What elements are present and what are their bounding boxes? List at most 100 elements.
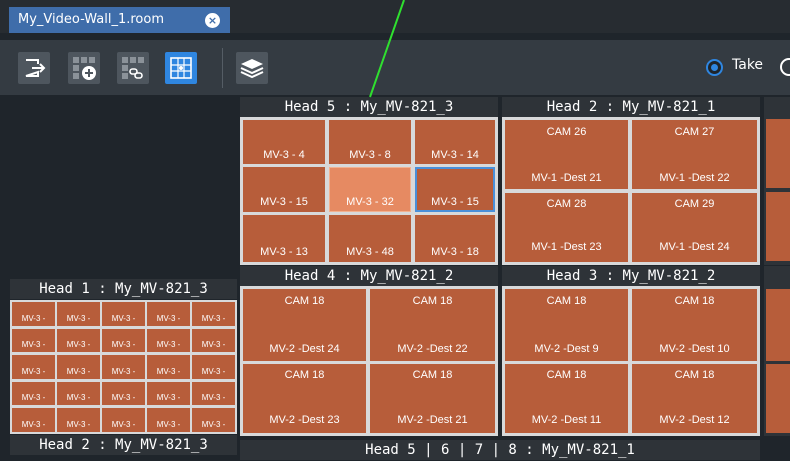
partial-tile[interactable] xyxy=(766,119,790,188)
head1-mini-tile[interactable]: MV-3 - xyxy=(12,328,55,353)
tile-camera: CAM 18 xyxy=(412,295,453,307)
head1-mini-tile[interactable]: MV-3 - xyxy=(147,355,190,379)
head5-tile[interactable]: MV-3 - 15 xyxy=(243,167,325,212)
tile-label: MV-3 - 14 xyxy=(431,149,479,161)
head1-mini-tile[interactable]: MV-3 - xyxy=(57,302,100,326)
tile-label: MV-3 - 4 xyxy=(263,149,305,161)
take-radio[interactable] xyxy=(706,59,723,76)
mini-tile-label: MV-3 - xyxy=(66,419,91,429)
head2a-multiviewer: CAM 26 MV-1 -Dest 21 CAM 27 MV-1 -Dest 22 … xyxy=(502,117,760,265)
head1-mini-tile[interactable]: MV-3 - xyxy=(102,355,145,379)
head1-mini-tile[interactable]: MV-3 - xyxy=(12,408,55,432)
head4-tile[interactable]: CAM 18 MV-2 -Dest 24 xyxy=(243,289,366,361)
head5-tile[interactable]: MV-3 - 13 xyxy=(243,215,325,262)
head5-tile-selected[interactable]: MV-3 - 32 xyxy=(329,167,411,212)
mini-tile-label: MV-3 - xyxy=(156,419,181,429)
head1-mini-tile[interactable]: MV-3 - xyxy=(192,381,235,406)
head2b-title: Head 2 : My_MV-821_3 xyxy=(10,435,237,455)
head4-tile[interactable]: CAM 18 MV-2 -Dest 23 xyxy=(243,364,366,433)
head-right-partial xyxy=(764,97,790,265)
head1-mini-tile[interactable]: MV-3 - xyxy=(192,328,235,353)
head4-tile[interactable]: CAM 18 MV-2 -Dest 21 xyxy=(370,364,495,433)
head1-mini-tile[interactable]: MV-3 - xyxy=(192,408,235,432)
head1-mini-tile[interactable]: MV-3 - xyxy=(57,328,100,353)
close-icon[interactable]: × xyxy=(205,13,220,28)
head1-mini-tile[interactable]: MV-3 - xyxy=(102,302,145,326)
head1-title: Head 1 : My_MV-821_3 xyxy=(10,279,237,299)
head1-mini-tile[interactable]: MV-3 - xyxy=(12,302,55,326)
head5-tile[interactable]: MV-3 - 8 xyxy=(329,120,411,164)
tile-camera: CAM 18 xyxy=(674,369,715,381)
layout-grid-icon xyxy=(170,57,192,79)
mini-tile-label: MV-3 - xyxy=(201,313,226,323)
head3-tile[interactable]: CAM 18 MV-2 -Dest 12 xyxy=(632,364,757,433)
tile-label: MV-3 - 18 xyxy=(431,246,479,258)
link-grid-button[interactable] xyxy=(117,52,149,84)
mini-tile-label: MV-3 - xyxy=(156,313,181,323)
mini-tile-label: MV-3 - xyxy=(21,393,46,403)
mini-tile-label: MV-3 - xyxy=(111,340,136,350)
tab-bar: My_Video-Wall_1.room × xyxy=(0,0,790,33)
head4-tile[interactable]: CAM 18 MV-2 -Dest 22 xyxy=(370,289,495,361)
mini-tile-label: MV-3 - xyxy=(156,366,181,376)
head1-mini-tile[interactable]: MV-3 - xyxy=(57,408,100,432)
head2a-tile[interactable]: CAM 26 MV-1 -Dest 21 xyxy=(505,120,628,189)
head1-mini-tile[interactable]: MV-3 - xyxy=(102,381,145,406)
tile-camera: CAM 18 xyxy=(546,295,587,307)
tile-dest: MV-1 -Dest 21 xyxy=(531,172,602,184)
head1-mini-tile[interactable]: MV-3 - xyxy=(102,328,145,353)
mini-tile-label: MV-3 - xyxy=(66,366,91,376)
tile-label: MV-3 - 48 xyxy=(346,246,394,258)
head2a-title: Head 2 : My_MV-821_1 xyxy=(502,97,760,117)
head1-mini-tile[interactable]: MV-3 - xyxy=(57,355,100,379)
head3-tile[interactable]: CAM 18 MV-2 -Dest 10 xyxy=(632,289,757,361)
exit-icon xyxy=(25,59,46,77)
head1-mini-tile[interactable]: MV-3 - xyxy=(192,355,235,379)
exit-button[interactable] xyxy=(18,52,50,84)
room-tab[interactable]: My_Video-Wall_1.room × xyxy=(9,7,230,33)
head1-mini-tile[interactable]: MV-3 - xyxy=(12,355,55,379)
mini-tile-label: MV-3 - xyxy=(111,313,136,323)
toolbar: Take xyxy=(0,40,790,95)
head1-mini-tile[interactable]: MV-3 - xyxy=(12,381,55,406)
layout-grid-button[interactable] xyxy=(165,52,197,84)
head1-mini-tile[interactable]: MV-3 - xyxy=(102,408,145,432)
head1-mini-tile[interactable]: MV-3 - xyxy=(192,302,235,326)
head3-title: Head 3 : My_MV-821_2 xyxy=(502,266,760,286)
head2a-tile[interactable]: CAM 29 MV-1 -Dest 24 xyxy=(632,193,757,262)
head3-tile[interactable]: CAM 18 MV-2 -Dest 9 xyxy=(505,289,628,361)
head5-tile[interactable]: MV-3 - 18 xyxy=(415,215,495,262)
head1-mini-tile[interactable]: MV-3 - xyxy=(147,381,190,406)
tile-dest: MV-2 -Dest 22 xyxy=(397,343,468,355)
head1-mini-tile[interactable]: MV-3 - xyxy=(147,302,190,326)
head5-tile[interactable]: MV-3 - 14 xyxy=(415,120,495,164)
tile-dest: MV-2 -Dest 12 xyxy=(659,414,730,426)
next-radio[interactable] xyxy=(780,58,790,76)
head3-multiviewer: CAM 18 MV-2 -Dest 9 CAM 18 MV-2 -Dest 10 C… xyxy=(502,286,760,436)
layers-button[interactable] xyxy=(236,52,268,84)
tile-camera: CAM 18 xyxy=(284,369,325,381)
partial-tile[interactable] xyxy=(766,192,790,261)
head5-tile-focused[interactable]: MV-3 - 15 xyxy=(415,167,495,212)
room-tab-title: My_Video-Wall_1.room xyxy=(18,12,164,27)
tile-camera: CAM 18 xyxy=(546,369,587,381)
head5-multiviewer: MV-3 - 4 MV-3 - 8 MV-3 - 14 MV-3 - 15 MV… xyxy=(240,117,498,265)
tile-label: MV-3 - 32 xyxy=(346,196,394,208)
tile-dest: MV-2 -Dest 21 xyxy=(397,414,468,426)
mini-tile-label: MV-3 - xyxy=(21,366,46,376)
tile-label: MV-3 - 8 xyxy=(349,149,391,161)
head3-tile[interactable]: CAM 18 MV-2 -Dest 11 xyxy=(505,364,628,433)
head2a-tile[interactable]: CAM 28 MV-1 -Dest 23 xyxy=(505,193,628,262)
head5-title: Head 5 : My_MV-821_3 xyxy=(240,97,498,117)
add-grid-button[interactable] xyxy=(68,52,100,84)
head5-tile[interactable]: MV-3 - 4 xyxy=(243,120,325,164)
head1-mini-tile[interactable]: MV-3 - xyxy=(57,381,100,406)
head5-tile[interactable]: MV-3 - 48 xyxy=(329,215,411,262)
partial-tile[interactable] xyxy=(766,289,790,361)
head2a-tile[interactable]: CAM 27 MV-1 -Dest 22 xyxy=(632,120,757,189)
head1-mini-tile[interactable]: MV-3 - xyxy=(147,408,190,432)
partial-tile[interactable] xyxy=(766,364,790,433)
mini-tile-label: MV-3 - xyxy=(201,419,226,429)
take-label: Take xyxy=(732,57,764,73)
head1-mini-tile[interactable]: MV-3 - xyxy=(147,328,190,353)
